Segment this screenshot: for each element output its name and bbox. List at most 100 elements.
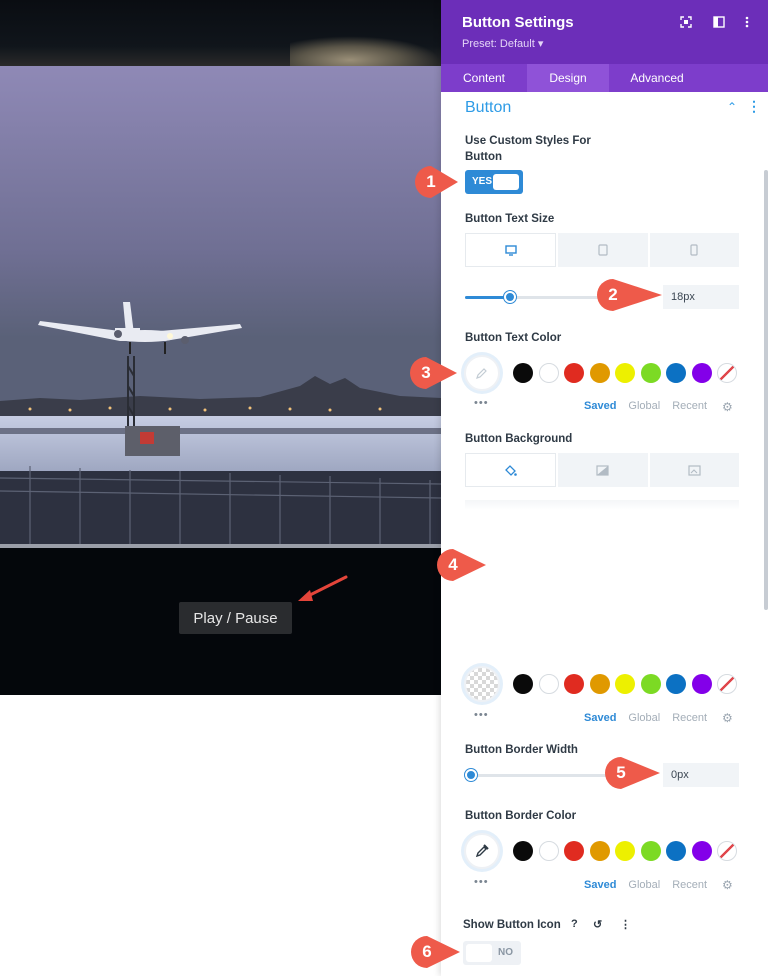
- custom-styles-label-2: Button: [465, 151, 503, 163]
- more-colors-dots[interactable]: •••: [474, 397, 489, 409]
- palette-tabs: Saved Global Recent: [584, 712, 707, 724]
- text-color-swatches: [513, 363, 737, 383]
- paint-bucket-icon[interactable]: [465, 453, 557, 487]
- border-color-swatches: [513, 841, 737, 861]
- swatch-green[interactable]: [640, 674, 661, 694]
- swatch-black[interactable]: [513, 363, 533, 383]
- border-width-slider-handle[interactable]: [465, 769, 477, 781]
- eyedropper-icon: [475, 844, 489, 858]
- tablet-icon[interactable]: [558, 233, 648, 267]
- swatch-white[interactable]: [538, 674, 559, 694]
- swatch-blue[interactable]: [666, 363, 686, 383]
- sidebar-icon[interactable]: [711, 14, 727, 30]
- toggle-no-text: NO: [498, 947, 513, 958]
- border-color-picker[interactable]: [464, 833, 500, 869]
- focus-icon[interactable]: [678, 14, 694, 30]
- section-more-icon[interactable]: ⋮: [747, 98, 761, 115]
- tab-advanced[interactable]: Advanced: [609, 64, 705, 92]
- show-icon-label: Show Button Icon: [463, 919, 561, 931]
- text-color-label: Button Text Color: [465, 332, 562, 344]
- annotation-marker-2: 2: [596, 278, 662, 312]
- gear-icon[interactable]: ⚙: [722, 400, 733, 414]
- swatch-none[interactable]: [717, 363, 737, 383]
- more-vertical-icon[interactable]: [739, 14, 755, 30]
- palette-tab-recent[interactable]: Recent: [672, 879, 707, 891]
- tab-content[interactable]: Content: [441, 64, 527, 92]
- background-color-picker[interactable]: [464, 666, 500, 702]
- swatch-black[interactable]: [513, 674, 533, 694]
- more-vertical-icon[interactable]: ⋮: [620, 918, 631, 931]
- gear-icon[interactable]: ⚙: [722, 878, 733, 892]
- help-icon[interactable]: ?: [571, 918, 578, 930]
- swatch-orange[interactable]: [589, 363, 610, 383]
- play-pause-button[interactable]: Play / Pause: [179, 602, 292, 634]
- border-color-label: Button Border Color: [465, 810, 577, 822]
- palette-tab-saved[interactable]: Saved: [584, 879, 616, 891]
- palette-tab-saved[interactable]: Saved: [584, 712, 616, 724]
- text-size-label: Button Text Size: [465, 213, 555, 225]
- swatch-red[interactable]: [564, 841, 584, 861]
- background-color-swatches: [513, 674, 737, 694]
- annotation-marker-4: 4: [436, 548, 486, 582]
- chevron-up-icon[interactable]: ⌃: [727, 100, 737, 114]
- video-player[interactable]: [0, 0, 441, 695]
- swatch-none[interactable]: [717, 674, 737, 694]
- section-title[interactable]: Button: [465, 99, 511, 117]
- text-size-value-input[interactable]: 18px: [663, 285, 739, 309]
- palette-tabs: Saved Global Recent: [584, 879, 707, 891]
- settings-panel: Button Settings Preset: Default ▾ Conten…: [441, 0, 768, 976]
- reset-icon[interactable]: ↺: [593, 918, 602, 931]
- background-label: Button Background: [465, 433, 573, 445]
- text-color-picker[interactable]: [464, 355, 500, 391]
- more-colors-dots[interactable]: •••: [474, 709, 489, 721]
- more-colors-dots[interactable]: •••: [474, 876, 489, 888]
- palette-tab-recent[interactable]: Recent: [672, 712, 707, 724]
- swatch-purple[interactable]: [691, 841, 712, 861]
- panel-scrollbar[interactable]: [764, 170, 768, 610]
- text-size-slider-handle[interactable]: [504, 291, 516, 303]
- gradient-icon[interactable]: [558, 453, 648, 487]
- eyedropper-icon: [476, 368, 487, 379]
- palette-tab-global[interactable]: Global: [628, 879, 660, 891]
- red-arrow-annotation: [298, 575, 348, 601]
- swatch-green[interactable]: [640, 841, 661, 861]
- swatch-blue[interactable]: [666, 841, 686, 861]
- swatch-orange[interactable]: [589, 674, 610, 694]
- gear-icon[interactable]: ⚙: [722, 711, 733, 725]
- desktop-icon[interactable]: [465, 233, 557, 267]
- palette-tab-global[interactable]: Global: [628, 712, 660, 724]
- swatch-green[interactable]: [640, 363, 661, 383]
- swatch-white[interactable]: [538, 363, 559, 383]
- background-preview-area: [465, 500, 739, 510]
- swatch-blue[interactable]: [666, 674, 686, 694]
- swatch-purple[interactable]: [691, 674, 712, 694]
- panel-title: Button Settings: [462, 14, 574, 31]
- swatch-red[interactable]: [564, 363, 584, 383]
- airport-scene-image: [0, 66, 441, 548]
- swatch-none[interactable]: [717, 841, 737, 861]
- custom-styles-label: Use Custom Styles For: [465, 135, 591, 147]
- tab-design[interactable]: Design: [527, 64, 609, 92]
- video-top-strip: [0, 0, 441, 66]
- custom-styles-toggle[interactable]: YES: [465, 170, 523, 194]
- show-icon-toggle[interactable]: NO: [463, 941, 521, 965]
- toggle-yes-text: YES: [472, 176, 493, 187]
- swatch-yellow[interactable]: [615, 841, 635, 861]
- phone-icon[interactable]: [649, 233, 739, 267]
- swatch-red[interactable]: [564, 674, 584, 694]
- swatch-yellow[interactable]: [615, 674, 635, 694]
- swatch-yellow[interactable]: [615, 363, 635, 383]
- border-width-value-input[interactable]: 0px: [663, 763, 739, 787]
- image-icon[interactable]: [649, 453, 739, 487]
- swatch-purple[interactable]: [691, 363, 712, 383]
- preset-dropdown[interactable]: Preset: Default ▾: [462, 37, 543, 50]
- annotation-marker-5: 5: [604, 756, 660, 790]
- device-tabs-text-size: [465, 233, 739, 267]
- palette-tab-global[interactable]: Global: [628, 400, 660, 412]
- panel-header: Button Settings Preset: Default ▾: [441, 0, 768, 64]
- swatch-black[interactable]: [513, 841, 533, 861]
- palette-tab-saved[interactable]: Saved: [584, 400, 616, 412]
- swatch-white[interactable]: [538, 841, 559, 861]
- palette-tab-recent[interactable]: Recent: [672, 400, 707, 412]
- swatch-orange[interactable]: [589, 841, 610, 861]
